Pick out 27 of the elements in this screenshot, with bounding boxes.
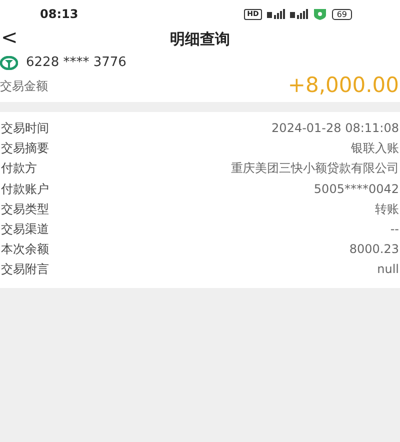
shield-icon [312, 8, 328, 20]
detail-value: 8000.23 [349, 241, 399, 258]
detail-value: 银联入账 [351, 140, 399, 158]
bank-logo-icon [0, 56, 18, 70]
detail-label: 本次余额 [1, 241, 49, 258]
detail-value: -- [390, 221, 399, 238]
page-title: 明细查询 [170, 30, 230, 48]
detail-label: 付款方 [1, 160, 37, 178]
detail-label: 交易附言 [1, 261, 49, 278]
amount-label: 交易金额 [0, 78, 48, 95]
detail-value: 5005****0042 [314, 180, 399, 198]
battery-level: 69 [332, 8, 352, 20]
detail-value: 2024-01-28 08:11:08 [272, 120, 399, 138]
amount-value: +8,000.00 [288, 72, 399, 100]
back-button[interactable]: < [0, 26, 19, 48]
signal-icon [266, 9, 286, 19]
detail-value: null [377, 261, 399, 278]
detail-label: 交易时间 [1, 120, 49, 138]
detail-label: 交易摘要 [1, 140, 49, 158]
detail-label: 交易渠道 [1, 221, 49, 238]
signal-icon [290, 9, 308, 19]
card-number: 6228 **** 3776 [26, 54, 126, 72]
detail-value: 重庆美团三快小额贷款有限公司 [231, 160, 399, 178]
detail-label: 付款账户 [1, 180, 49, 198]
detail-label: 交易类型 [1, 200, 49, 218]
detail-value: 转账 [375, 200, 399, 218]
status-time: 08:13 [40, 6, 78, 23]
